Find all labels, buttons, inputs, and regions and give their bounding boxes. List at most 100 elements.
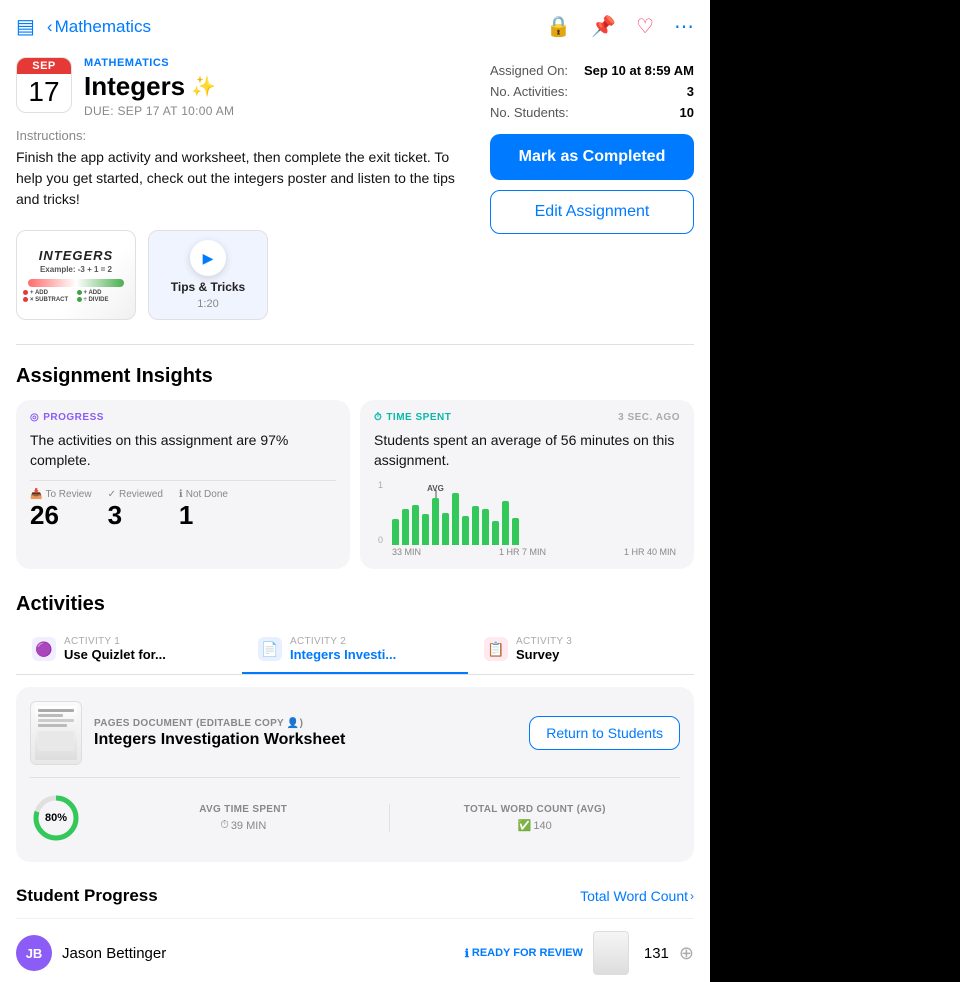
activity-1-name: Use Quizlet for... (64, 647, 166, 662)
insights-cards: ◎ PROGRESS The activities on this assign… (16, 400, 694, 569)
activity-1-num: ACTIVITY 1 (64, 636, 166, 647)
bar-4 (422, 514, 429, 545)
student-progress-title: Student Progress (16, 886, 158, 906)
calendar-badge: SEP 17 (16, 57, 72, 113)
no-activities-label: No. Activities: (490, 84, 568, 99)
activity-2-num: ACTIVITY 2 (290, 636, 396, 647)
bar-13 (512, 518, 519, 545)
poster-title: INTEGERS (39, 248, 113, 263)
activity-content: PAGES DOCUMENT (EDITABLE COPY 👤) Integer… (16, 687, 694, 862)
instructions-section: Instructions: Finish the app activity an… (0, 128, 474, 222)
return-to-students-button[interactable]: Return to Students (529, 716, 680, 750)
poster-ops: + ADD + ADD × SUBTRACT ÷ DIVIDE (23, 290, 129, 303)
assignment-due: DUE: SEP 17 AT 10:00 AM (84, 104, 458, 118)
file-type: PAGES DOCUMENT (EDITABLE COPY 👤) (94, 718, 517, 729)
assignment-header-area: SEP 17 MATHEMATICS Integers ✨ DUE: SEP 1… (0, 47, 710, 336)
ring-label: 80% (45, 812, 67, 824)
not-done-value: 1 (179, 502, 228, 528)
student-doc-thumb-1[interactable] (593, 931, 629, 975)
activities-tabs: 🟣 ACTIVITY 1 Use Quizlet for... 📄 ACTIVI… (16, 628, 694, 675)
calendar-month: SEP (17, 58, 71, 74)
attachments-row: INTEGERS Example: -3 + 1 = 2 + ADD + ADD… (0, 222, 474, 336)
bar-10 (482, 509, 489, 545)
heart-icon[interactable]: ♡ (636, 14, 654, 39)
activity-2-name: Integers Investi... (290, 647, 396, 662)
avg-time-label: AVG TIME SPENT (199, 804, 287, 815)
sidebar-icon[interactable]: ▤ (16, 14, 35, 39)
time-spent-card: ⏱ TIME SPENT 3 sec. ago Students spent a… (360, 400, 694, 569)
student-word-count-1: 131 (639, 945, 669, 962)
progress-row: 80% AVG TIME SPENT ⏱ 39 MIN TOTAL WORD C… (30, 777, 680, 848)
bar-2 (402, 509, 409, 545)
poster-subtitle: Example: -3 + 1 = 2 (40, 265, 112, 274)
no-activities-value: 3 (687, 84, 694, 99)
not-done-stat: ℹ Not Done 1 (179, 489, 228, 528)
progress-card-text: The activities on this assignment are 97… (30, 431, 336, 470)
activity-tab-1[interactable]: 🟣 ACTIVITY 1 Use Quizlet for... (16, 628, 242, 674)
bar-11 (492, 521, 499, 546)
activity-1-info: ACTIVITY 1 Use Quizlet for... (64, 636, 166, 662)
activity-tab-3[interactable]: 📋 ACTIVITY 3 Survey (468, 628, 694, 674)
nav-back-button[interactable]: ‹ Mathematics (47, 17, 151, 37)
assignment-info: SEP 17 MATHEMATICS Integers ✨ DUE: SEP 1… (0, 47, 474, 128)
progress-icon: ◎ (30, 412, 39, 423)
total-word-count-link[interactable]: Total Word Count › (580, 888, 694, 904)
assignment-title-area: MATHEMATICS Integers ✨ DUE: SEP 17 AT 10… (84, 57, 458, 118)
avg-time-block: AVG TIME SPENT ⏱ 39 MIN (98, 804, 389, 832)
bar-1 (392, 519, 399, 545)
bar-8 (462, 516, 469, 545)
student-row-1: JB Jason Bettinger ℹ READY FOR REVIEW 13… (16, 918, 694, 982)
pin-icon[interactable]: 📌 (591, 14, 616, 39)
student-more-1[interactable]: ⊕ (679, 943, 694, 964)
word-count-value: ✅ 140 (518, 819, 552, 832)
chart-y1: 1 (378, 480, 383, 490)
no-students-row: No. Students: 10 (490, 105, 694, 120)
file-name: Integers Investigation Worksheet (94, 731, 517, 749)
calendar-day: 17 (17, 74, 71, 112)
lock-icon[interactable]: 🔒 (546, 14, 571, 39)
activity-3-num: ACTIVITY 3 (516, 636, 572, 647)
time-ago: 3 sec. ago (618, 412, 680, 423)
instructions-text: Finish the app activity and worksheet, t… (16, 147, 458, 210)
chart-label-1: 33 MIN (392, 547, 421, 557)
more-icon[interactable]: ⋯ (674, 14, 694, 39)
activity-1-icon: 🟣 (32, 637, 56, 661)
check-icon: ✓ (108, 489, 116, 500)
tips-tricks-attachment[interactable]: ▶ Tips & Tricks 1:20 (148, 230, 268, 320)
clock-small-icon: ⏱ (220, 819, 229, 832)
reviewed-value: 3 (108, 502, 163, 528)
bar-3 (412, 505, 419, 545)
status-icon-1: ℹ (465, 947, 469, 960)
nav-back-label: Mathematics (55, 17, 151, 37)
activity-tab-2[interactable]: 📄 ACTIVITY 2 Integers Investi... (242, 628, 468, 674)
inbox-icon: 📥 (30, 489, 42, 500)
activities-section: Activities 🟣 ACTIVITY 1 Use Quizlet for.… (0, 581, 710, 874)
no-students-label: No. Students: (490, 105, 569, 120)
reviewed-stat: ✓ Reviewed 3 (108, 489, 163, 528)
to-review-stat: 📥 To Review 26 (30, 489, 92, 528)
avatar-jb: JB (16, 935, 52, 971)
integers-poster-attachment[interactable]: INTEGERS Example: -3 + 1 = 2 + ADD + ADD… (16, 230, 136, 320)
not-done-label: ℹ Not Done (179, 489, 228, 500)
edit-assignment-button[interactable]: Edit Assignment (490, 190, 694, 234)
tips-label: Tips & Tricks (171, 280, 245, 294)
to-review-value: 26 (30, 502, 92, 528)
instructions-label: Instructions: (16, 128, 458, 143)
stats-group: AVG TIME SPENT ⏱ 39 MIN TOTAL WORD COUNT… (98, 804, 680, 832)
assignment-header-right: Assigned On: Sep 10 at 8:59 AM No. Activ… (474, 47, 710, 336)
play-button[interactable]: ▶ (190, 240, 226, 276)
nav-bar: ▤ ‹ Mathematics 🔒 📌 ♡ ⋯ (0, 0, 710, 47)
time-chart: 1 0 AVG (374, 480, 680, 545)
time-spent-text: Students spent an average of 56 minutes … (374, 431, 680, 470)
chart-x-labels: 33 MIN 1 HR 7 MIN 1 HR 40 MIN (374, 545, 680, 557)
progress-card-label: ◎ PROGRESS (30, 412, 336, 423)
insights-section: Assignment Insights ◎ PROGRESS The activ… (0, 353, 710, 581)
bar-7 (452, 493, 459, 545)
assigned-on-label: Assigned On: (490, 63, 568, 78)
avg-time-value: ⏱ 39 MIN (220, 819, 266, 832)
mark-completed-button[interactable]: Mark as Completed (490, 134, 694, 180)
circle-icon: ℹ (179, 489, 183, 500)
poster-ruler (28, 279, 123, 287)
activity-2-icon: 📄 (258, 637, 282, 661)
activities-title: Activities (16, 593, 694, 616)
